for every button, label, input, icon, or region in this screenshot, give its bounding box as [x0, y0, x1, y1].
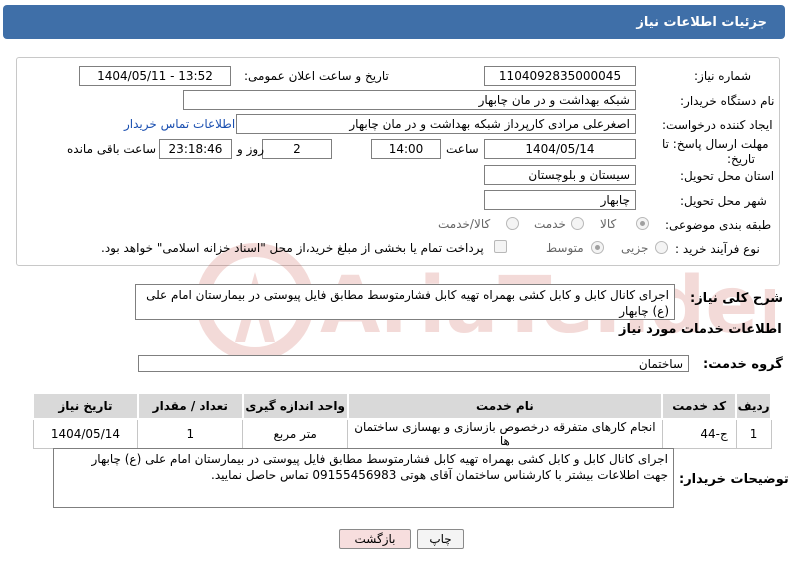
service-group-label: گروه خدمت:	[703, 357, 783, 372]
treasury-payment-checkbox[interactable]	[494, 240, 507, 253]
creator-field: اصغرعلی مرادی کارپرداز شبکه بهداشت و در …	[236, 114, 636, 134]
buyer-contact-link[interactable]: اطلاعات تماس خریدار	[124, 117, 235, 131]
remaining-time-field: 23:18:46	[159, 139, 232, 159]
cell-row: 1	[735, 418, 772, 449]
deadline-time-field: 14:00	[371, 139, 441, 159]
need-number-label: شماره نیاز:	[694, 69, 751, 83]
need-details-panel	[16, 57, 780, 266]
buyer-notes-line-2: جهت اطلاعات بیشتر با کارشناس ساختمان آقا…	[211, 468, 668, 482]
category-label: طبقه بندی موضوعی:	[665, 218, 772, 232]
category-option-service: خدمت	[534, 217, 566, 231]
deadline-time-label: ساعت	[446, 142, 479, 156]
print-button[interactable]: چاپ	[417, 529, 464, 549]
col-service-code: کد خدمت	[661, 392, 738, 420]
category-radio-service[interactable]	[571, 217, 584, 230]
province-field: سیستان و بلوچستان	[484, 165, 636, 185]
buyer-notes-textarea: اجرای کانال کابل و کابل کشی بهمراه تهیه …	[53, 448, 674, 508]
buyer-notes-label: توضیحات خریدار:	[679, 472, 788, 487]
days-label: روز و	[237, 142, 264, 156]
deadline-date-field: 1404/05/14	[484, 139, 636, 159]
treasury-payment-note: پرداخت تمام یا بخشی از مبلغ خرید،از محل …	[101, 241, 484, 255]
buyer-org-label: نام دستگاه خریدار:	[680, 94, 775, 108]
table-row: 1 ج-44 انجام کارهای متفرقه درخصوص بازساز…	[32, 418, 772, 449]
process-option-medium: متوسط	[546, 241, 584, 255]
page-title: جزئیات اطلاعات نیاز	[636, 14, 767, 30]
table-header-row: ردیف کد خدمت نام خدمت واحد اندازه گیری ت…	[32, 392, 772, 420]
process-option-minor: جزیی	[621, 241, 649, 255]
service-group-field: ساختمان	[138, 355, 689, 372]
announce-label: تاریخ و ساعت اعلان عمومی:	[244, 69, 389, 83]
process-radio-minor[interactable]	[655, 241, 668, 254]
need-number-field: 1104092835000045	[484, 66, 636, 86]
col-unit: واحد اندازه گیری	[241, 392, 349, 420]
city-label: شهر محل تحویل:	[680, 194, 767, 208]
category-radio-goods[interactable]	[636, 217, 649, 230]
cell-need-date: 1404/05/14	[32, 418, 139, 449]
summary-text: اجرای کانال کابل و کابل کشی بهمراه تهیه …	[146, 288, 669, 318]
category-option-goods-service: کالا/خدمت	[438, 217, 491, 231]
summary-label: شرح کلی نیاز:	[690, 291, 784, 306]
process-label: نوع فرآیند خرید :	[675, 242, 760, 256]
creator-label: ایجاد کننده درخواست:	[662, 118, 773, 132]
cell-service-name: انجام کارهای متفرقه درخصوص بازسازی و بهس…	[347, 418, 663, 449]
process-radio-medium[interactable]	[591, 241, 604, 254]
category-option-goods: کالا	[600, 217, 617, 231]
deadline-date-label: تاریخ:	[727, 152, 755, 166]
cell-unit: متر مربع	[242, 418, 349, 449]
services-table: ردیف کد خدمت نام خدمت واحد اندازه گیری ت…	[32, 392, 772, 449]
services-section-title: اطلاعات خدمات مورد نیاز	[619, 322, 782, 337]
buyer-notes-line-1: اجرای کانال کابل و کابل کشی بهمراه تهیه …	[91, 452, 668, 466]
deadline-label: مهلت ارسال پاسخ: تا	[662, 137, 769, 151]
back-button[interactable]: بازگشت	[339, 529, 411, 549]
page-header: جزئیات اطلاعات نیاز	[3, 5, 785, 39]
cell-service-code: ج-44	[661, 418, 737, 449]
city-field: چابهار	[484, 190, 636, 210]
col-need-date: تاریخ نیاز	[32, 392, 139, 420]
province-label: استان محل تحویل:	[680, 169, 775, 183]
category-radio-goods-service[interactable]	[506, 217, 519, 230]
col-service-name: نام خدمت	[346, 392, 664, 420]
announce-date-field: 1404/05/11 - 13:52	[79, 66, 231, 86]
col-quantity: تعداد / مقدار	[136, 392, 244, 420]
remaining-label: ساعت باقی مانده	[67, 142, 157, 156]
days-field: 2	[262, 139, 332, 159]
col-row: ردیف	[735, 392, 772, 420]
summary-textarea: اجرای کانال کابل و کابل کشی بهمراه تهیه …	[135, 284, 675, 320]
cell-quantity: 1	[137, 418, 244, 449]
buyer-org-field: شبکه بهداشت و در مان چابهار	[183, 90, 636, 110]
